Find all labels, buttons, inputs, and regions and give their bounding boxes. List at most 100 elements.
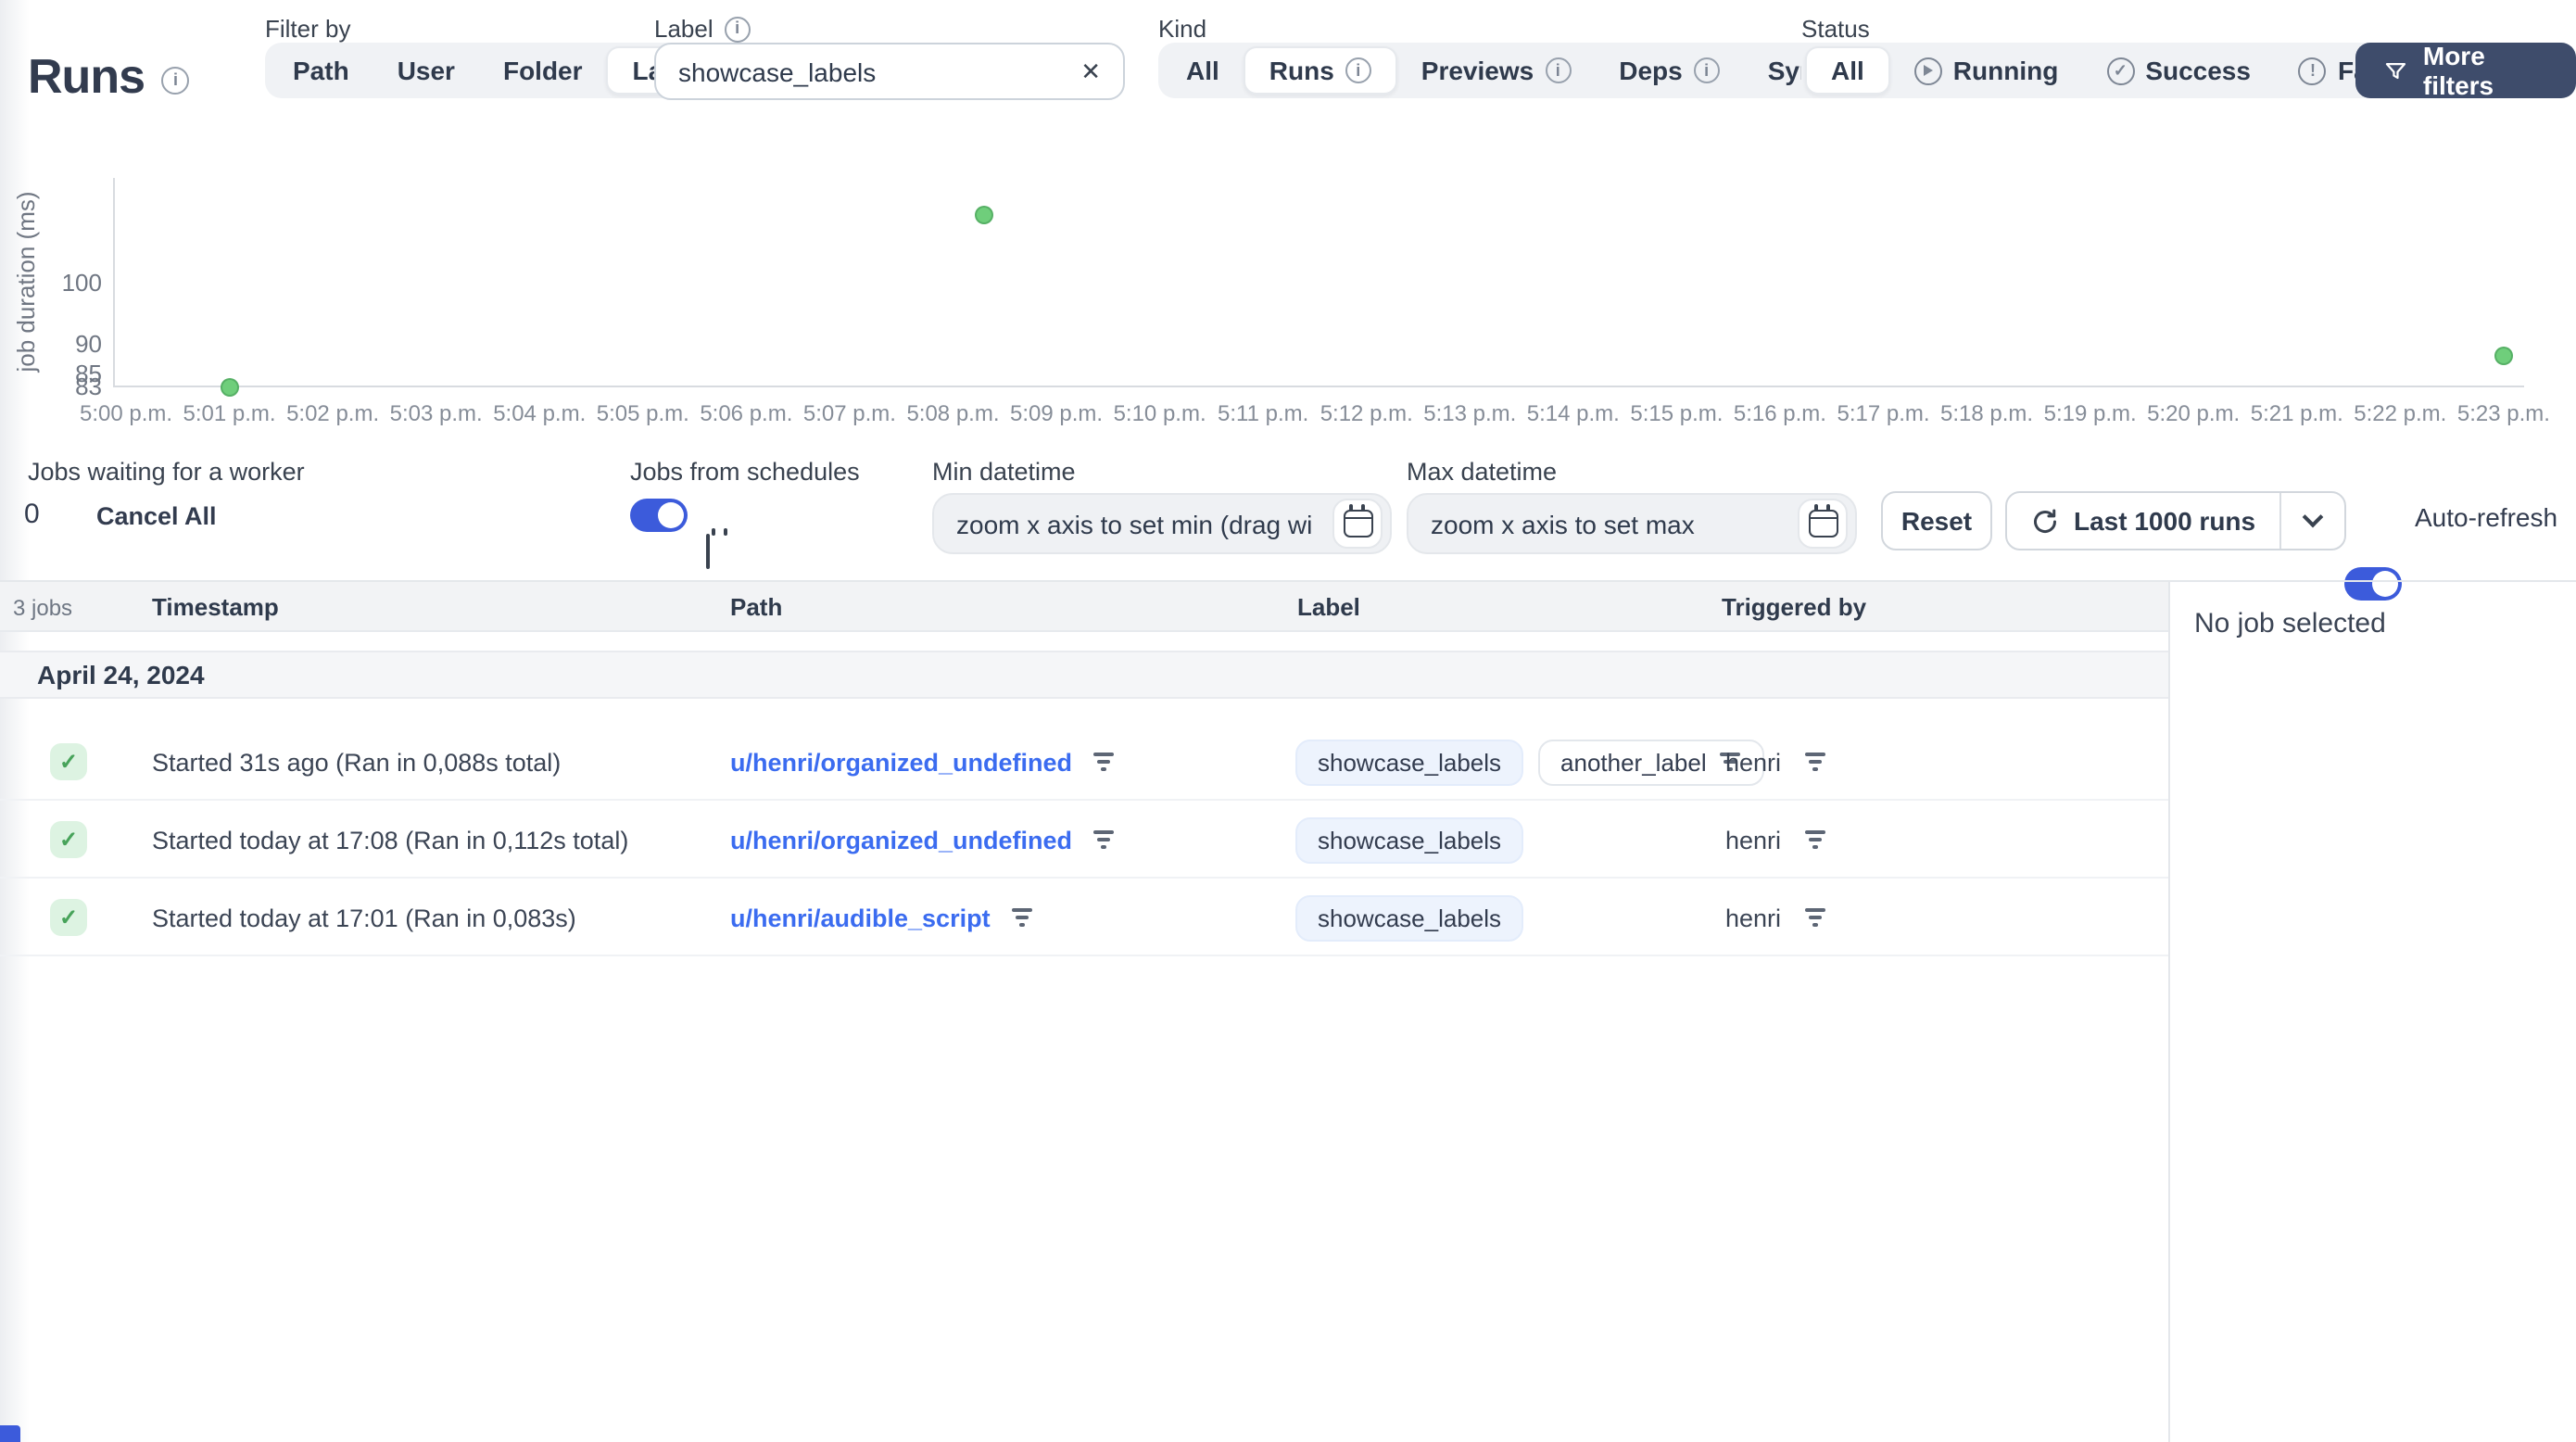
date-group-text: April 24, 2024 xyxy=(37,660,205,689)
table-header: 3 jobs Timestamp Path Label Triggered by xyxy=(0,582,2168,632)
info-icon[interactable] xyxy=(1693,57,1720,83)
toggle-knob xyxy=(2372,571,2398,597)
max-datetime-label: Max datetime xyxy=(1407,458,1558,486)
status-label: Status xyxy=(1801,15,1870,43)
detail-panel-divider xyxy=(2168,582,2170,1442)
filter-by-path-icon[interactable] xyxy=(1092,830,1115,849)
label-chip[interactable]: showcase_labels xyxy=(1295,739,1524,785)
triggered-by-user: henri xyxy=(1725,904,1782,931)
kind-option-all[interactable]: All xyxy=(1162,46,1244,95)
info-icon[interactable] xyxy=(724,16,751,42)
info-icon[interactable] xyxy=(1545,57,1572,83)
no-job-selected-text: No job selected xyxy=(2194,608,2386,639)
status-option-running[interactable]: Running xyxy=(1890,46,2083,95)
refresh-icon xyxy=(2034,508,2057,533)
kind-option-previews[interactable]: Previews xyxy=(1397,46,1595,95)
run-timestamp: Started 31s ago (Ran in 0,088s total) xyxy=(152,748,562,776)
label-filter-input[interactable]: showcase_labels xyxy=(654,43,1125,100)
kind-label: Kind xyxy=(1158,15,1207,43)
auto-refresh-toggle[interactable] xyxy=(2344,567,2402,601)
runs-table-body: Started 31s ago (Ran in 0,088s total) u/… xyxy=(0,699,2168,956)
kind-segmented-control: All Runs Previews Deps Sync xyxy=(1158,43,1895,98)
calendar-button[interactable] xyxy=(1798,499,1848,549)
run-timestamp: Started today at 17:01 (Ran in 0,083s) xyxy=(152,904,576,931)
calendar-icon[interactable] xyxy=(706,534,710,569)
more-filters-button[interactable]: More filters xyxy=(2355,41,2576,100)
scatter-point[interactable] xyxy=(220,377,239,396)
kind-option-deps[interactable]: Deps xyxy=(1595,46,1743,95)
funnel-icon xyxy=(2385,62,2406,79)
table-row[interactable]: Started today at 17:01 (Ran in 0,083s) u… xyxy=(0,879,2168,956)
min-datetime-input[interactable]: zoom x axis to set min (drag wi xyxy=(932,493,1392,554)
status-segmented-control: All Running Success Failure xyxy=(1801,43,2451,98)
min-datetime-value: zoom x axis to set min (drag wi xyxy=(956,509,1313,538)
label-chip[interactable]: showcase_labels xyxy=(1295,894,1524,941)
label-filter-label: Label xyxy=(654,15,751,43)
play-circle-icon xyxy=(1913,57,1942,84)
x-axis-line xyxy=(113,386,2524,387)
label-filter-value: showcase_labels xyxy=(678,57,877,86)
min-datetime-label: Min datetime xyxy=(932,458,1076,486)
column-header-path[interactable]: Path xyxy=(730,593,782,621)
alert-circle-icon xyxy=(2298,57,2327,84)
runs-window-dropdown-button[interactable] xyxy=(2279,493,2344,549)
runs-page: Runs Filter by Path User Folder Label La… xyxy=(0,0,2576,1442)
column-header-timestamp[interactable]: Timestamp xyxy=(152,593,279,621)
auto-refresh-label: Auto-refresh xyxy=(2415,502,2558,532)
bottom-left-blue-fragment xyxy=(0,1425,20,1442)
status-option-success[interactable]: Success xyxy=(2082,46,2275,95)
triggered-by-user: henri xyxy=(1725,748,1782,776)
run-path-link[interactable]: u/henri/audible_script xyxy=(730,904,991,931)
jobs-waiting-count: 0 xyxy=(24,499,40,530)
jobs-count: 3 jobs xyxy=(13,595,73,621)
run-timestamp: Started today at 17:08 (Ran in 0,112s to… xyxy=(152,826,629,854)
filter-by-option-user[interactable]: User xyxy=(373,46,479,95)
page-title-text: Runs xyxy=(28,48,145,104)
page-title: Runs xyxy=(28,48,189,106)
filter-by-path-icon[interactable] xyxy=(1092,753,1115,771)
success-icon xyxy=(50,899,87,936)
chevron-down-icon xyxy=(2302,506,2324,528)
runs-window-button[interactable]: Last 1000 runs xyxy=(2007,493,2279,549)
jobs-from-schedules-label: Jobs from schedules xyxy=(630,458,860,486)
table-row[interactable]: Started today at 17:08 (Ran in 0,112s to… xyxy=(0,801,2168,879)
clear-icon[interactable] xyxy=(1077,53,1105,90)
y-tick-label: 100 xyxy=(61,269,102,297)
filter-by-path-icon[interactable] xyxy=(1011,908,1033,927)
filter-by-option-path[interactable]: Path xyxy=(269,46,373,95)
filter-by-option-folder[interactable]: Folder xyxy=(479,46,607,95)
toggle-knob xyxy=(658,502,684,528)
scatter-point[interactable] xyxy=(2494,347,2513,365)
status-option-all[interactable]: All xyxy=(1805,46,1890,95)
calendar-icon xyxy=(1808,503,1837,538)
max-datetime-input[interactable]: zoom x axis to set max xyxy=(1407,493,1857,554)
column-header-triggered-by[interactable]: Triggered by xyxy=(1722,593,1866,621)
y-tick-label: 83 xyxy=(75,373,102,400)
triggered-by-user: henri xyxy=(1725,826,1782,854)
y-axis-line xyxy=(113,178,115,387)
filter-by-user-icon[interactable] xyxy=(1803,753,1825,771)
label-chip[interactable]: showcase_labels xyxy=(1295,816,1524,863)
runs-window-split-button: Last 1000 runs xyxy=(2005,491,2347,550)
jobs-from-schedules-toggle[interactable] xyxy=(630,499,688,532)
run-path-link[interactable]: u/henri/organized_undefined xyxy=(730,748,1072,776)
reset-button[interactable]: Reset xyxy=(1881,491,1992,550)
success-icon xyxy=(50,743,87,780)
max-datetime-value: zoom x axis to set max xyxy=(1431,509,1695,538)
date-group-header: April 24, 2024 xyxy=(0,651,2168,699)
jobs-waiting-label: Jobs waiting for a worker xyxy=(28,458,305,486)
kind-option-runs[interactable]: Runs xyxy=(1243,46,1397,95)
column-header-label[interactable]: Label xyxy=(1297,593,1360,621)
info-icon[interactable] xyxy=(161,66,189,94)
success-icon xyxy=(50,821,87,858)
check-circle-icon xyxy=(2106,57,2135,84)
table-row[interactable]: Started 31s ago (Ran in 0,088s total) u/… xyxy=(0,723,2168,801)
filter-by-user-icon[interactable] xyxy=(1803,908,1825,927)
info-icon[interactable] xyxy=(1345,57,1371,83)
cancel-all-button[interactable]: Cancel All xyxy=(96,502,217,530)
scatter-point[interactable] xyxy=(974,206,993,225)
calendar-button[interactable] xyxy=(1332,499,1383,549)
x-tick-label: 5:23 p.m. xyxy=(2456,400,2550,426)
filter-by-user-icon[interactable] xyxy=(1803,830,1825,849)
run-path-link[interactable]: u/henri/organized_undefined xyxy=(730,826,1072,854)
